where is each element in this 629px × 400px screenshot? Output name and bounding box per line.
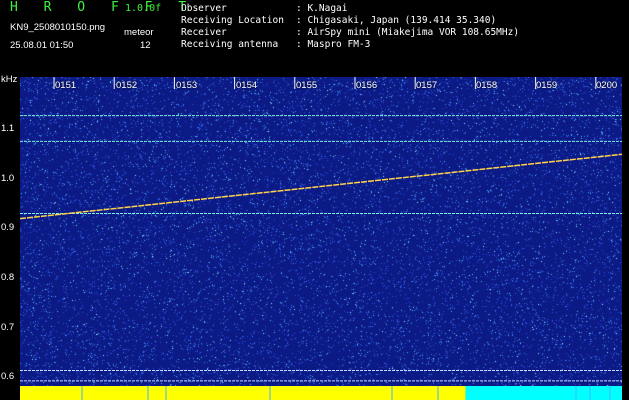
x-tick: 0200 [596,80,618,91]
y-tick: 0.7 [1,322,15,333]
spectrogram-marks [20,77,622,382]
info-receiver: Receiver: AirSpy mini (Miakejima VOR 108… [181,27,520,38]
y-tick: 1.1 [1,123,15,134]
info-antenna: Receiving antenna: Maspro FM-3 [181,39,371,50]
y-axis-unit: kHz [1,74,18,85]
meteor-label: meteor [124,27,154,38]
file-name: KN9_2508010150.png [10,22,106,33]
header-panel: H R O F F T 1.0.0f KN9_2508010150.png 25… [0,0,629,72]
meteor-echo-line [20,153,622,220]
x-tick: 0157 [416,80,438,91]
date-time: 25.08.01 01:50 [10,40,74,51]
info-observer: Observer: K.Nagai [181,3,348,14]
meteor-count: 12 [140,40,151,51]
power-bar-yellow [20,386,466,400]
x-tick: 0155 [296,80,318,91]
x-tick: 0158 [476,80,498,91]
info-location: Receiving Location: Chigasaki, Japan (13… [181,15,497,26]
x-tick: 0152 [116,80,138,91]
spectrogram-plot [20,77,622,386]
x-tick: 0154 [236,80,258,91]
x-tick: 0153 [176,80,198,91]
y-tick: 0.6 [1,371,15,382]
power-bar-cyan [465,386,622,400]
y-tick: 0.8 [1,272,15,283]
power-bar [20,386,622,400]
y-tick: 1.0 [1,173,15,184]
y-tick: 0.9 [1,222,15,233]
app-version: 1.0.0f [125,3,162,14]
x-tick: 0156 [356,80,378,91]
hrofft-window: H R O F F T 1.0.0f KN9_2508010150.png 25… [0,0,629,400]
x-tick: 0159 [536,80,558,91]
x-tick: 0151 [55,80,77,91]
app-logo: H R O F F T [10,0,196,15]
